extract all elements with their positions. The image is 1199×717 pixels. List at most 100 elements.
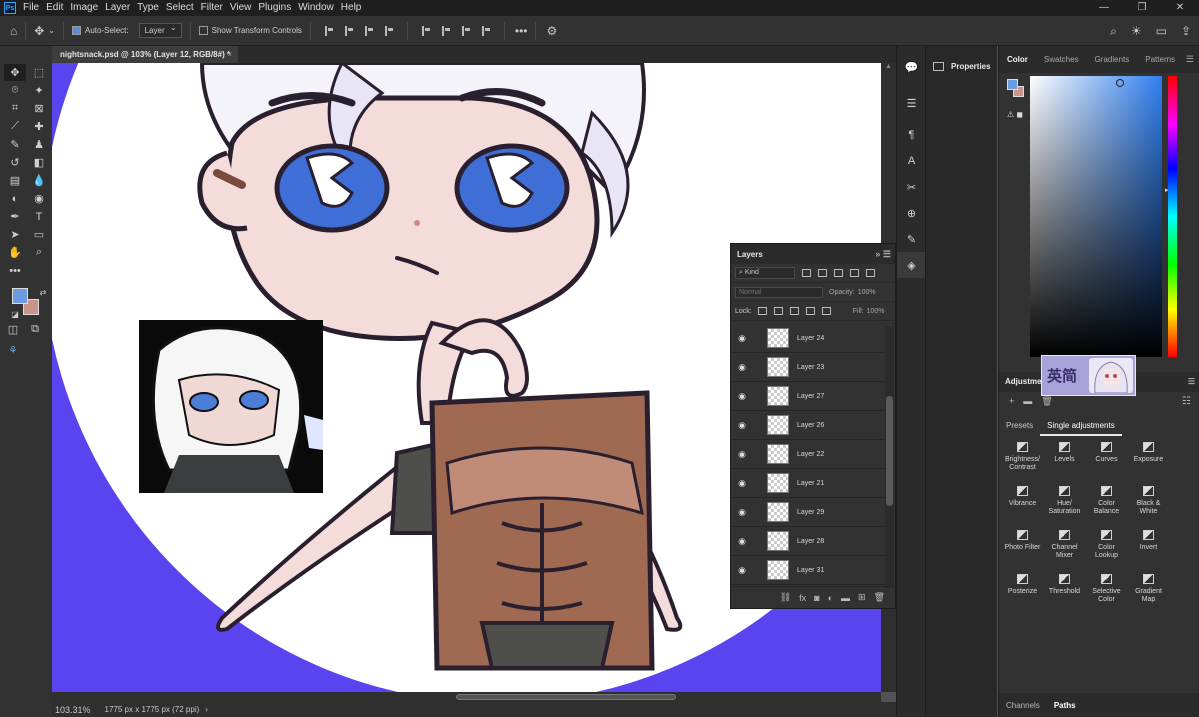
eye-icon[interactable]: ◉ bbox=[731, 362, 753, 373]
filter-kind-dropdown[interactable]: ⌕ Kind bbox=[735, 267, 795, 279]
gear-icon[interactable]: ⚙ bbox=[546, 24, 557, 38]
eye-icon[interactable]: ◉ bbox=[731, 449, 753, 460]
folder-icon[interactable]: ▬ bbox=[1023, 396, 1032, 407]
filter-pixel-icon[interactable] bbox=[802, 269, 811, 277]
list-view-icon[interactable]: ☷ bbox=[1182, 396, 1191, 407]
menu-view[interactable]: View bbox=[230, 0, 259, 16]
adjustments-sliders-icon[interactable]: ☰ bbox=[897, 90, 926, 116]
distribute-icon[interactable] bbox=[384, 25, 393, 36]
menu-help[interactable]: Help bbox=[341, 0, 369, 16]
eye-icon[interactable]: ◉ bbox=[731, 507, 753, 518]
layer-row[interactable]: ◉ Layer 23 bbox=[731, 353, 885, 382]
tab-paths[interactable]: Paths bbox=[1047, 701, 1083, 710]
link-layers-icon[interactable]: ⛓ bbox=[780, 592, 791, 603]
brush-settings-icon[interactable]: ✎ bbox=[897, 226, 926, 252]
add-mask-icon[interactable]: ◙ bbox=[814, 593, 819, 603]
adjustment-item[interactable]: Color Balance bbox=[1086, 486, 1127, 520]
layer-style-icon[interactable]: fx bbox=[799, 593, 806, 603]
document-tab[interactable]: nightsnack.psd @ 103% (Layer 12, RGB/8#)… bbox=[52, 46, 238, 63]
menu-select[interactable]: Select bbox=[166, 0, 201, 16]
blur-icon[interactable]: 💧 bbox=[28, 172, 50, 189]
tools-icon[interactable]: ✂ bbox=[897, 174, 926, 200]
rectangle-icon[interactable]: ▭ bbox=[28, 226, 50, 243]
comments-icon[interactable]: 💬 bbox=[897, 54, 926, 80]
layer-row[interactable]: ◉ Layer 24 bbox=[731, 324, 885, 353]
pen-icon[interactable]: ✒ bbox=[4, 208, 26, 225]
type-icon[interactable]: T bbox=[28, 208, 50, 225]
adjustment-item[interactable]: Channel Mixer bbox=[1044, 530, 1085, 564]
path-select-icon[interactable]: ➤ bbox=[4, 226, 26, 243]
zoom-level[interactable]: 103.31% bbox=[55, 705, 91, 715]
layer-row[interactable]: ◉ Layer 26 bbox=[731, 411, 885, 440]
canvas-horizontal-scrollbar[interactable] bbox=[52, 692, 881, 702]
menu-window[interactable]: Window bbox=[298, 0, 341, 16]
align-top-icon[interactable] bbox=[421, 25, 430, 36]
menu-file[interactable]: File bbox=[23, 0, 46, 16]
fill-value[interactable]: 100% bbox=[867, 308, 885, 315]
layer-row[interactable]: ◉ Layer 28 bbox=[731, 527, 885, 556]
adjustment-item[interactable]: Exposure bbox=[1128, 442, 1169, 476]
layer-row[interactable]: ◉ Layer 31 bbox=[731, 556, 885, 585]
lock-artboard-icon[interactable] bbox=[805, 307, 815, 315]
lasso-icon[interactable]: ⌾ bbox=[4, 82, 26, 99]
adjustment-item[interactable]: Gradient Map bbox=[1128, 574, 1169, 608]
home-icon[interactable]: ⌂ bbox=[10, 24, 17, 38]
dodge-icon[interactable]: ◐ bbox=[4, 190, 26, 207]
auto-select-target-dropdown[interactable]: Layer bbox=[138, 23, 182, 38]
share-icon[interactable]: ⇪ bbox=[1181, 24, 1191, 38]
adjustment-item[interactable]: Selective Color bbox=[1086, 574, 1127, 608]
trash-icon[interactable]: 🗑 bbox=[1041, 396, 1052, 407]
panel-menu-icon[interactable]: ☰ bbox=[1186, 46, 1194, 73]
move-icon[interactable]: ✥ bbox=[4, 64, 26, 81]
hue-slider[interactable] bbox=[1168, 76, 1177, 357]
lock-image-icon[interactable] bbox=[773, 307, 783, 315]
eyedropper-icon[interactable]: ⟋ bbox=[4, 118, 26, 135]
tab-patterns[interactable]: Patterns bbox=[1137, 46, 1183, 73]
close-window-icon[interactable]: ✕ bbox=[1161, 0, 1199, 16]
foreground-color-swatch[interactable] bbox=[12, 288, 28, 304]
chevron-down-icon[interactable]: ⌄ bbox=[48, 26, 55, 35]
filter-adjustment-icon[interactable] bbox=[818, 269, 827, 277]
foreground-color-swatch[interactable] bbox=[1007, 79, 1018, 90]
align-center-icon[interactable] bbox=[344, 25, 353, 36]
adjustment-item[interactable]: Invert bbox=[1128, 530, 1169, 564]
layer-row[interactable]: ◉ Layer 22 bbox=[731, 440, 885, 469]
history-brush-icon[interactable]: ↺ bbox=[4, 154, 26, 171]
filter-smart-icon[interactable] bbox=[866, 269, 875, 277]
scroll-up-icon[interactable]: ▲ bbox=[881, 63, 896, 70]
quick-mask-icon[interactable]: ◫ bbox=[2, 321, 24, 338]
more-options-icon[interactable]: ••• bbox=[515, 24, 528, 38]
panel-menu-icon[interactable]: ☰ bbox=[1188, 372, 1195, 392]
adjustment-item[interactable]: Color Lookup bbox=[1086, 530, 1127, 564]
minimize-icon[interactable]: — bbox=[1085, 0, 1123, 16]
adjustment-item[interactable]: Posterize bbox=[1002, 574, 1043, 608]
layer-row[interactable]: ◉ Layer 29 bbox=[731, 498, 885, 527]
tab-single-adjustments[interactable]: Single adjustments bbox=[1040, 418, 1122, 436]
workspace-icon[interactable]: ▭ bbox=[1156, 24, 1167, 38]
align-left-icon[interactable] bbox=[324, 25, 333, 36]
hue-slider-marker[interactable]: ▸ bbox=[1165, 186, 1169, 194]
align-middle-icon[interactable] bbox=[441, 25, 450, 36]
color-picker-cursor[interactable] bbox=[1116, 79, 1124, 87]
paragraph-icon[interactable]: ¶ bbox=[897, 122, 926, 148]
blend-mode-dropdown[interactable]: Normal bbox=[735, 286, 823, 298]
eraser-icon[interactable]: ◧ bbox=[28, 154, 50, 171]
layer-row[interactable]: ◉ Layer 21 bbox=[731, 469, 885, 498]
filter-shape-icon[interactable] bbox=[850, 269, 859, 277]
layers-icon[interactable]: ◈ bbox=[897, 252, 926, 278]
align-right-icon[interactable] bbox=[364, 25, 373, 36]
layer-row[interactable]: ◉ Layer 27 bbox=[731, 382, 885, 411]
auto-select-checkbox[interactable]: Auto-Select: bbox=[72, 26, 129, 35]
show-transform-controls-checkbox[interactable]: Show Transform Controls bbox=[198, 26, 302, 35]
new-adjustment-layer-icon[interactable]: ◐ bbox=[828, 593, 833, 603]
adjustment-item[interactable]: Photo Filter bbox=[1002, 530, 1043, 564]
character-icon[interactable]: A bbox=[897, 148, 926, 174]
eye-icon[interactable]: ◉ bbox=[731, 391, 753, 402]
panel-menu-icon[interactable]: » ☰ bbox=[875, 249, 891, 260]
tab-gradients[interactable]: Gradients bbox=[1087, 46, 1138, 73]
adjustment-item[interactable]: Curves bbox=[1086, 442, 1127, 476]
close-tab-icon[interactable]: × bbox=[227, 46, 232, 63]
edit-toolbar-icon[interactable]: ⚘ bbox=[2, 342, 24, 359]
gamut-warning-icon[interactable]: ⚠ ◼ bbox=[1007, 110, 1023, 119]
eye-icon[interactable]: ◉ bbox=[731, 565, 753, 576]
